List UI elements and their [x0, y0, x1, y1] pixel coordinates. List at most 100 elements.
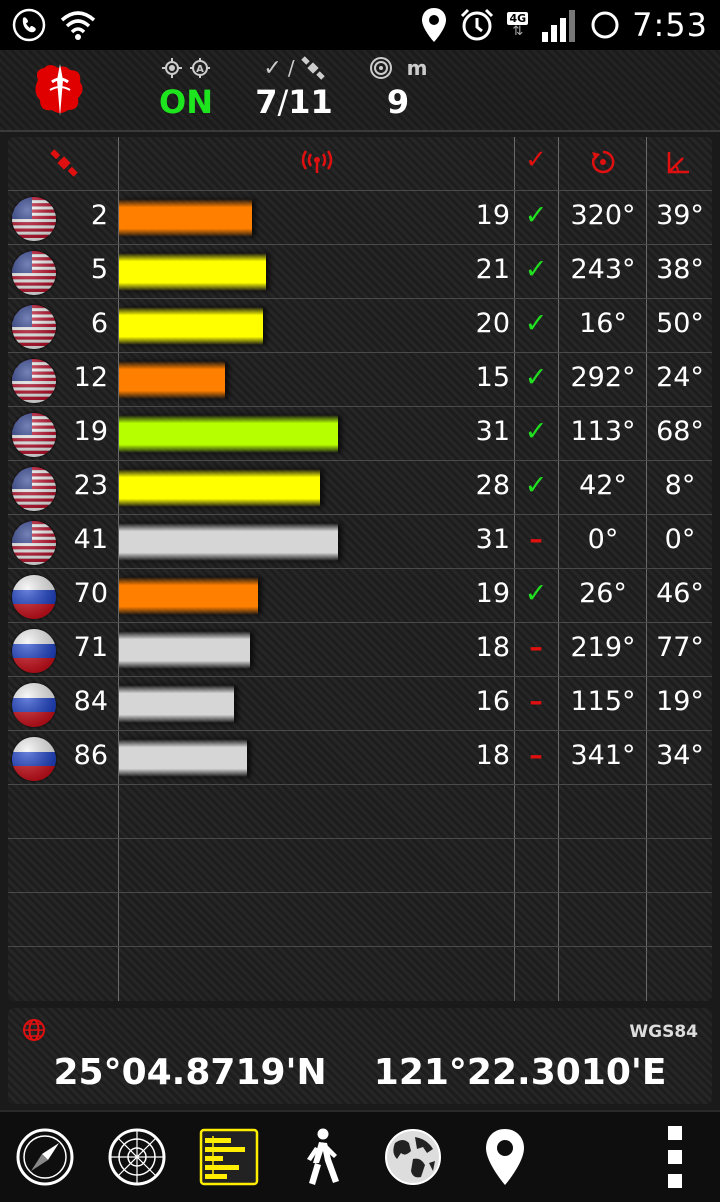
- satellite-icon: [300, 56, 325, 80]
- azimuth-value: 219°: [570, 632, 636, 663]
- satellite-row[interactable]: 86 18–341° 34°: [8, 731, 712, 785]
- usa-flag-icon: [12, 305, 56, 349]
- clock: 7:53: [632, 6, 708, 44]
- compass-icon[interactable]: [14, 1126, 76, 1188]
- prn-number: 2: [90, 200, 108, 231]
- app-logo[interactable]: [30, 60, 90, 120]
- snr-value: 31: [475, 524, 510, 555]
- satellite-row[interactable]: 23 28 ✓ 42° 8°: [8, 461, 712, 515]
- not-used-dash-icon: –: [529, 632, 543, 663]
- accuracy-value: 9: [386, 83, 410, 121]
- prn-number: 23: [73, 470, 108, 501]
- satellite-row[interactable]: 5 21 ✓ 243° 38°: [8, 245, 712, 299]
- alarm-icon: [461, 8, 494, 41]
- snr-value: 18: [475, 632, 510, 663]
- snr-value: 28: [475, 470, 510, 501]
- elevation-value: 77°: [656, 632, 704, 663]
- satellite-row[interactable]: 84 16–115° 19°: [8, 677, 712, 731]
- snr-value: 15: [475, 362, 510, 393]
- fix-status: ON: [159, 83, 213, 121]
- usa-flag-icon: [12, 197, 56, 241]
- svg-text:A: A: [196, 64, 204, 75]
- used-check-icon: ✓: [524, 362, 548, 393]
- row-divider: [8, 892, 712, 893]
- satellite-row[interactable]: 70 19 ✓ 26° 46°: [8, 569, 712, 623]
- signal-bar: [119, 631, 250, 669]
- radar-icon[interactable]: [106, 1126, 168, 1188]
- satellite-row[interactable]: 19 31 ✓ 113° 68°: [8, 407, 712, 461]
- elevation-value: 0°: [664, 524, 696, 555]
- accuracy-unit: m: [406, 56, 428, 80]
- russia-flag-icon: [12, 575, 56, 619]
- elevation-icon[interactable]: [666, 149, 692, 175]
- status-bar: 4G ⇅ 7:53: [0, 0, 720, 50]
- russia-flag-icon: [12, 683, 56, 727]
- gps-header: A ON ✓ / 7/11 m 9: [0, 50, 720, 132]
- data-arrows-icon: ⇅: [512, 23, 524, 39]
- used-check-icon: ✓: [524, 200, 548, 231]
- elevation-value: 34°: [656, 740, 704, 771]
- russia-flag-icon: [12, 737, 56, 781]
- gps-fix-icon: [162, 58, 182, 78]
- not-used-dash-icon: –: [529, 740, 543, 771]
- datum-label: WGS84: [629, 1022, 698, 1042]
- satellites-visible: 11: [288, 83, 333, 121]
- satellite-row[interactable]: 41 31– 0° 0°: [8, 515, 712, 569]
- globe-icon[interactable]: [382, 1126, 444, 1188]
- snr-value: 19: [475, 200, 510, 231]
- prn-number: 86: [73, 740, 108, 771]
- signal-icon: [542, 10, 576, 42]
- used-check-icon: ✓: [524, 308, 548, 339]
- map-pin-icon[interactable]: [474, 1126, 536, 1188]
- signal-bar: [119, 307, 263, 345]
- phone-icon: [12, 8, 46, 42]
- azimuth-value: 16°: [579, 308, 627, 339]
- prn-number: 5: [90, 254, 108, 285]
- usa-flag-icon: [12, 521, 56, 565]
- azimuth-value: 26°: [579, 578, 627, 609]
- longitude: 121°22.3010'E: [373, 1052, 667, 1093]
- used-in-fix-icon[interactable]: ✓: [524, 145, 548, 175]
- used-check-icon: ✓: [524, 470, 548, 501]
- latitude: 25°04.8719'N: [53, 1052, 327, 1093]
- satellite-row[interactable]: 12 15 ✓ 292° 24°: [8, 353, 712, 407]
- snr-value: 18: [475, 740, 510, 771]
- elevation-value: 8°: [664, 470, 696, 501]
- used-check-icon: ✓: [524, 254, 548, 285]
- snr-value: 16: [475, 686, 510, 717]
- signal-bar: [119, 199, 252, 237]
- azimuth-value: 0°: [587, 524, 619, 555]
- coordinates-panel[interactable]: WGS84 25°04.8719'N 121°22.3010'E: [8, 1008, 712, 1104]
- menu-icon[interactable]: [664, 1126, 686, 1188]
- separator-slash: /: [287, 56, 295, 80]
- location-icon: [422, 8, 447, 42]
- azimuth-value: 42°: [579, 470, 627, 501]
- walk-icon[interactable]: [290, 1126, 352, 1188]
- prn-satellite-icon[interactable]: [50, 149, 78, 177]
- usa-flag-icon: [12, 359, 56, 403]
- signal-bars-icon[interactable]: [198, 1126, 260, 1188]
- azimuth-value: 341°: [570, 740, 636, 771]
- azimuth-value: 292°: [570, 362, 636, 393]
- check-icon: ✓: [263, 55, 282, 81]
- satellite-row[interactable]: 6 20 ✓ 16° 50°: [8, 299, 712, 353]
- usa-flag-icon: [12, 251, 56, 295]
- elevation-value: 46°: [656, 578, 704, 609]
- satellites-count-group: ✓ / 7/11: [246, 54, 342, 122]
- signal-bar: [119, 253, 266, 291]
- bottom-navigation: [0, 1110, 720, 1202]
- signal-strength-icon[interactable]: [300, 149, 334, 175]
- not-used-dash-icon: –: [529, 686, 543, 717]
- elevation-value: 24°: [656, 362, 704, 393]
- elevation-value: 68°: [656, 416, 704, 447]
- accuracy-group: m 9: [362, 54, 434, 122]
- satellites-used: 7: [255, 83, 278, 121]
- satellite-row[interactable]: 2 19 ✓ 320° 39°: [8, 191, 712, 245]
- azimuth-value: 115°: [570, 686, 636, 717]
- not-used-dash-icon: –: [529, 524, 543, 555]
- azimuth-icon[interactable]: [590, 149, 616, 175]
- prn-number: 70: [73, 578, 108, 609]
- auto-fix-icon: A: [190, 58, 210, 78]
- signal-bar: [119, 469, 320, 507]
- satellite-row[interactable]: 71 18–219° 77°: [8, 623, 712, 677]
